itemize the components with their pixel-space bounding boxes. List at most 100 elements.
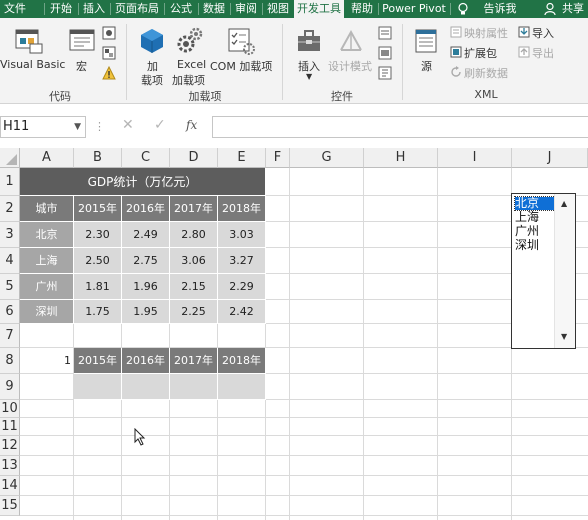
row-header-15[interactable]: 15 bbox=[0, 496, 20, 516]
header-cell-2017[interactable]: 2017年 bbox=[170, 196, 218, 222]
row-header-7[interactable]: 7 bbox=[0, 324, 20, 348]
design-mode-button[interactable]: 设计模式 bbox=[328, 58, 372, 74]
row8-header-cell[interactable]: 2016年 bbox=[122, 348, 170, 374]
name-box[interactable]: H11 ▼ bbox=[0, 116, 86, 138]
city-cell[interactable]: 深圳 bbox=[20, 300, 74, 324]
tab-page-layout[interactable]: 页面布局 bbox=[112, 0, 162, 18]
value-cell[interactable]: 1.75 bbox=[74, 300, 122, 324]
scroll-up-icon[interactable]: ▲ bbox=[561, 199, 567, 208]
properties-icon[interactable] bbox=[378, 26, 392, 40]
relative-reference-icon[interactable] bbox=[102, 46, 116, 60]
value-cell[interactable]: 3.27 bbox=[218, 248, 266, 274]
value-cell[interactable]: 1.96 bbox=[122, 274, 170, 300]
column-header-d[interactable]: D bbox=[170, 148, 218, 168]
row-header-6[interactable]: 6 bbox=[0, 300, 20, 324]
tab-help[interactable]: 帮助 bbox=[348, 0, 376, 18]
city-list-box[interactable]: 北京 上海 广州 深圳 ▲ ▼ bbox=[511, 193, 576, 349]
map-properties-button[interactable]: 映射属性 bbox=[464, 25, 508, 41]
linked-index-cell[interactable]: 1 bbox=[20, 348, 74, 374]
row-header-1[interactable]: 1 bbox=[0, 168, 20, 196]
column-header-b[interactable]: B bbox=[74, 148, 122, 168]
insert-function-icon[interactable]: fx bbox=[186, 118, 197, 132]
result-cell[interactable] bbox=[218, 374, 266, 400]
list-item[interactable]: 上海 bbox=[515, 211, 555, 224]
refresh-data-button[interactable]: 刷新数据 bbox=[464, 65, 508, 81]
run-dialog-icon[interactable] bbox=[378, 66, 392, 80]
cancel-icon[interactable]: ✕ bbox=[122, 117, 134, 133]
addins-button-label-2[interactable]: 载项 bbox=[141, 72, 163, 88]
row-header-14[interactable]: 14 bbox=[0, 476, 20, 496]
value-cell[interactable]: 2.75 bbox=[122, 248, 170, 274]
tab-home[interactable]: 开始 bbox=[46, 0, 76, 18]
value-cell[interactable]: 2.49 bbox=[122, 222, 170, 248]
list-item[interactable]: 北京 bbox=[514, 196, 556, 211]
chevron-down-icon[interactable]: ▼ bbox=[74, 117, 81, 137]
tab-view[interactable]: 视图 bbox=[264, 0, 292, 18]
row8-header-cell[interactable]: 2017年 bbox=[170, 348, 218, 374]
row-header-2[interactable]: 2 bbox=[0, 196, 20, 222]
column-header-c[interactable]: C bbox=[122, 148, 170, 168]
result-cell[interactable] bbox=[74, 374, 122, 400]
row-header-11[interactable]: 11 bbox=[0, 418, 20, 436]
value-cell[interactable]: 2.29 bbox=[218, 274, 266, 300]
value-cell[interactable]: 2.30 bbox=[74, 222, 122, 248]
row-header-5[interactable]: 5 bbox=[0, 274, 20, 300]
column-header-a[interactable]: A bbox=[20, 148, 74, 168]
row8-header-cell[interactable]: 2015年 bbox=[74, 348, 122, 374]
xml-source-button[interactable]: 源 bbox=[421, 58, 432, 74]
header-cell-city[interactable]: 城市 bbox=[20, 196, 74, 222]
value-cell[interactable]: 3.03 bbox=[218, 222, 266, 248]
tab-developer[interactable]: 开发工具 bbox=[294, 0, 344, 18]
select-all-corner[interactable] bbox=[0, 148, 20, 168]
tab-review[interactable]: 审阅 bbox=[232, 0, 260, 18]
column-header-e[interactable]: E bbox=[218, 148, 266, 168]
tell-me-search[interactable]: 告诉我 bbox=[476, 0, 524, 18]
scroll-down-icon[interactable]: ▼ bbox=[561, 332, 567, 341]
value-cell[interactable]: 2.80 bbox=[170, 222, 218, 248]
column-header-f[interactable]: F bbox=[266, 148, 290, 168]
tab-data[interactable]: 数据 bbox=[200, 0, 228, 18]
value-cell[interactable]: 1.95 bbox=[122, 300, 170, 324]
value-cell[interactable]: 2.42 bbox=[218, 300, 266, 324]
view-code-icon[interactable] bbox=[378, 46, 392, 60]
com-addins-button[interactable]: COM 加载项 bbox=[210, 58, 272, 74]
value-cell[interactable]: 3.06 bbox=[170, 248, 218, 274]
value-cell[interactable]: 2.15 bbox=[170, 274, 218, 300]
column-header-i[interactable]: I bbox=[438, 148, 512, 168]
header-cell-2015[interactable]: 2015年 bbox=[74, 196, 122, 222]
confirm-icon[interactable]: ✓ bbox=[154, 117, 166, 133]
row-header-4[interactable]: 4 bbox=[0, 248, 20, 274]
tab-formulas[interactable]: 公式 bbox=[166, 0, 196, 18]
drag-handle-icon[interactable]: ⋮ bbox=[94, 120, 105, 133]
header-cell-2016[interactable]: 2016年 bbox=[122, 196, 170, 222]
header-cell-2018[interactable]: 2018年 bbox=[218, 196, 266, 222]
tab-file[interactable]: 文件 bbox=[0, 0, 30, 18]
row-header-13[interactable]: 13 bbox=[0, 456, 20, 476]
record-macro-icon[interactable] bbox=[102, 26, 116, 40]
import-button[interactable]: 导入 bbox=[532, 25, 554, 41]
row-header-12[interactable]: 12 bbox=[0, 436, 20, 456]
expansion-pack-button[interactable]: 扩展包 bbox=[464, 45, 497, 61]
row-header-10[interactable]: 10 bbox=[0, 400, 20, 418]
value-cell[interactable]: 2.25 bbox=[170, 300, 218, 324]
table-title[interactable]: GDP统计（万亿元） bbox=[20, 168, 266, 196]
macro-security-icon[interactable] bbox=[102, 65, 116, 80]
row8-header-cell[interactable]: 2018年 bbox=[218, 348, 266, 374]
value-cell[interactable]: 1.81 bbox=[74, 274, 122, 300]
column-header-h[interactable]: H bbox=[364, 148, 438, 168]
visual-basic-button[interactable]: Visual Basic bbox=[0, 58, 65, 71]
tab-power-pivot[interactable]: Power Pivot bbox=[380, 0, 448, 18]
city-cell[interactable]: 广州 bbox=[20, 274, 74, 300]
share-button[interactable]: 共享 bbox=[558, 0, 588, 18]
row-header-9[interactable]: 9 bbox=[0, 374, 20, 400]
city-cell[interactable]: 上海 bbox=[20, 248, 74, 274]
tab-insert[interactable]: 插入 bbox=[80, 0, 108, 18]
list-item[interactable]: 广州 bbox=[515, 225, 555, 238]
city-cell[interactable]: 北京 bbox=[20, 222, 74, 248]
result-cell[interactable] bbox=[170, 374, 218, 400]
list-item[interactable]: 深圳 bbox=[515, 239, 555, 252]
macro-button[interactable]: 宏 bbox=[76, 58, 87, 74]
row-header-3[interactable]: 3 bbox=[0, 222, 20, 248]
result-cell[interactable] bbox=[122, 374, 170, 400]
value-cell[interactable]: 2.50 bbox=[74, 248, 122, 274]
